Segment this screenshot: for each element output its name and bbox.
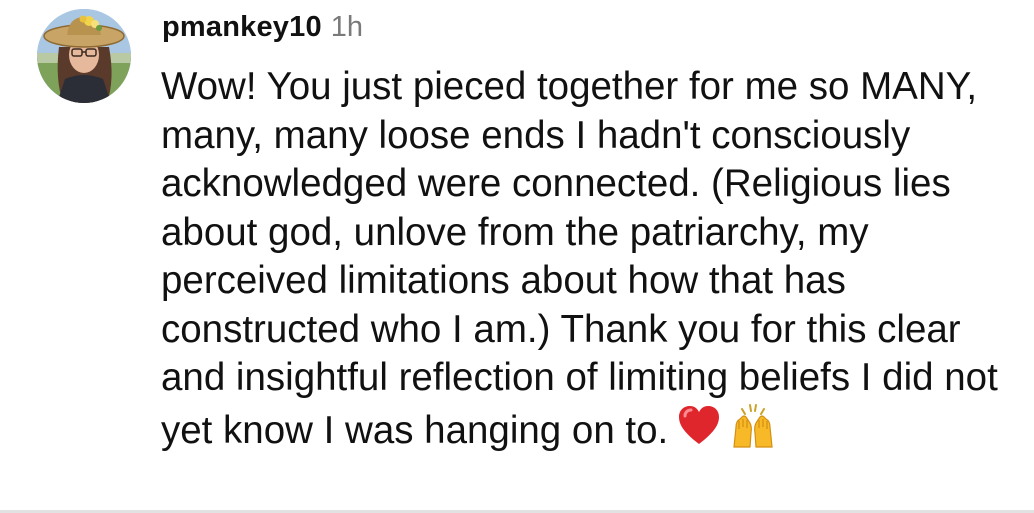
username-link[interactable]: pmankey10 <box>162 11 322 44</box>
raising-hands-icon <box>730 403 776 449</box>
comment-body: Wow! You just pieced together for me so … <box>161 63 1021 455</box>
comment-text: Wow! You just pieced together for me so … <box>161 65 998 452</box>
red-heart-icon <box>676 403 722 449</box>
avatar[interactable] <box>37 9 131 103</box>
comment: pmankey10 1h Wow! You just pieced togeth… <box>0 0 1034 513</box>
comment-header: pmankey10 1h <box>162 11 363 45</box>
avatar-image <box>37 9 131 103</box>
comment-timestamp[interactable]: 1h <box>331 11 363 44</box>
